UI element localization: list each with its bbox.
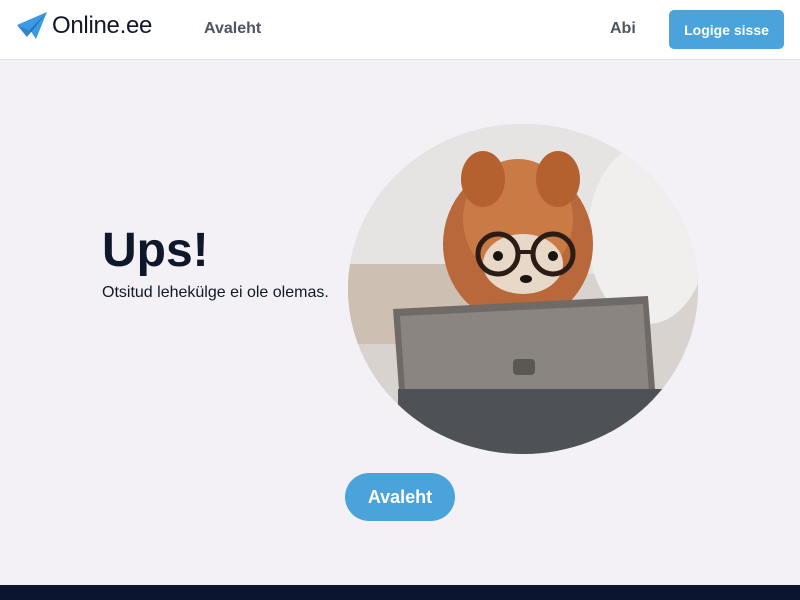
error-headline: Ups! bbox=[102, 224, 209, 277]
nav-link-help[interactable]: Abi bbox=[610, 20, 636, 38]
nav-link-home[interactable]: Avaleht bbox=[204, 20, 261, 38]
dog-with-tablet-image bbox=[348, 124, 698, 454]
footer-bar bbox=[0, 585, 800, 600]
paper-plane-icon bbox=[16, 11, 48, 41]
logo-link[interactable]: Online.ee bbox=[16, 10, 152, 42]
logo-text: Online.ee bbox=[52, 12, 153, 39]
error-message: Otsitud lehekülge ei ole olemas. bbox=[102, 284, 329, 301]
home-button[interactable]: Avaleht bbox=[345, 473, 455, 521]
top-navigation-bar: Online.ee Avaleht Abi Logige sisse bbox=[0, 0, 800, 60]
login-button[interactable]: Logige sisse bbox=[669, 10, 784, 49]
